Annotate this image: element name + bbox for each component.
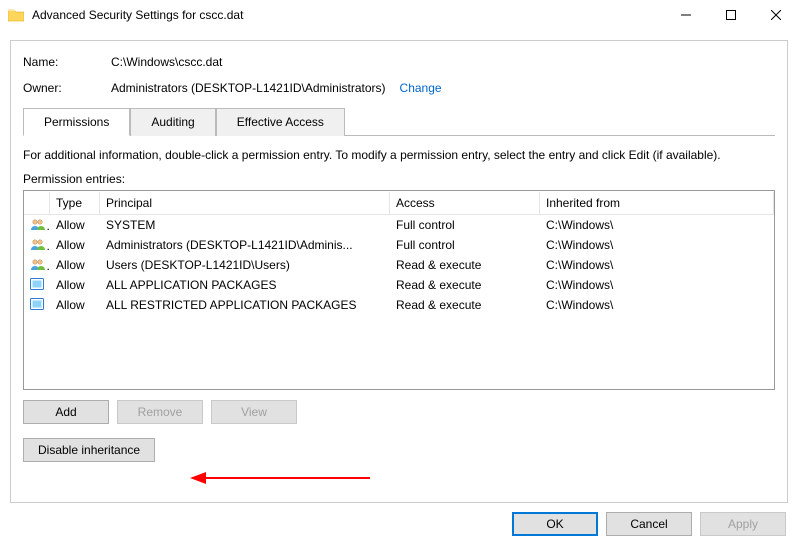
content-area: Name: C:\Windows\cscc.dat Owner: Adminis… xyxy=(0,30,798,503)
name-value: C:\Windows\cscc.dat xyxy=(111,55,222,69)
change-owner-link[interactable]: Change xyxy=(400,81,442,95)
column-type[interactable]: Type xyxy=(50,192,100,214)
table-row[interactable]: AllowUsers (DESKTOP-L1421ID\Users)Read &… xyxy=(24,255,774,275)
cell-access: Full control xyxy=(390,216,540,234)
cell-principal: Administrators (DESKTOP-L1421ID\Adminis.… xyxy=(100,236,390,254)
cell-principal: ALL APPLICATION PACKAGES xyxy=(100,276,390,294)
cell-inherited: C:\Windows\ xyxy=(540,256,774,274)
footer-buttons: OK Cancel Apply xyxy=(512,512,786,536)
users-group-icon xyxy=(24,256,50,275)
owner-row: Owner: Administrators (DESKTOP-L1421ID\A… xyxy=(23,81,775,95)
cell-access: Read & execute xyxy=(390,276,540,294)
cell-type: Allow xyxy=(50,236,100,254)
table-row[interactable]: AllowAdministrators (DESKTOP-L1421ID\Adm… xyxy=(24,235,774,255)
inner-panel: Name: C:\Windows\cscc.dat Owner: Adminis… xyxy=(10,40,788,503)
owner-value: Administrators (DESKTOP-L1421ID\Administ… xyxy=(111,81,386,95)
cell-type: Allow xyxy=(50,216,100,234)
window-controls xyxy=(663,0,798,30)
add-button[interactable]: Add xyxy=(23,400,109,424)
users-group-icon xyxy=(24,216,50,235)
minimize-button[interactable] xyxy=(663,0,708,30)
cell-type: Allow xyxy=(50,296,100,314)
column-principal[interactable]: Principal xyxy=(100,192,390,214)
column-inherited[interactable]: Inherited from xyxy=(540,192,774,214)
owner-label: Owner: xyxy=(23,81,111,95)
users-group-icon xyxy=(24,236,50,255)
cell-principal: ALL RESTRICTED APPLICATION PACKAGES xyxy=(100,296,390,314)
entry-buttons-row: Add Remove View xyxy=(23,400,775,424)
hint-text: For additional information, double-click… xyxy=(23,148,775,162)
table-row[interactable]: AllowALL RESTRICTED APPLICATION PACKAGES… xyxy=(24,295,774,315)
table-header: Type Principal Access Inherited from xyxy=(24,191,774,215)
package-icon xyxy=(24,296,50,315)
tab-content: For additional information, double-click… xyxy=(23,135,775,462)
cell-principal: Users (DESKTOP-L1421ID\Users) xyxy=(100,256,390,274)
cancel-button[interactable]: Cancel xyxy=(606,512,692,536)
permission-entries-table[interactable]: Type Principal Access Inherited from All… xyxy=(23,190,775,390)
tab-permissions[interactable]: Permissions xyxy=(23,108,130,136)
cell-access: Read & execute xyxy=(390,296,540,314)
disable-inheritance-button[interactable]: Disable inheritance xyxy=(23,438,155,462)
table-body: AllowSYSTEMFull controlC:\Windows\AllowA… xyxy=(24,215,774,315)
tab-effective-access[interactable]: Effective Access xyxy=(216,108,345,136)
cell-inherited: C:\Windows\ xyxy=(540,276,774,294)
tab-strip: Permissions Auditing Effective Access xyxy=(23,107,775,135)
cell-type: Allow xyxy=(50,256,100,274)
folder-icon xyxy=(8,8,24,22)
column-icon[interactable] xyxy=(24,192,50,214)
cell-inherited: C:\Windows\ xyxy=(540,296,774,314)
disable-inheritance-row: Disable inheritance xyxy=(23,438,775,462)
apply-button[interactable]: Apply xyxy=(700,512,786,536)
column-access[interactable]: Access xyxy=(390,192,540,214)
close-button[interactable] xyxy=(753,0,798,30)
table-row[interactable]: AllowALL APPLICATION PACKAGESRead & exec… xyxy=(24,275,774,295)
table-row[interactable]: AllowSYSTEMFull controlC:\Windows\ xyxy=(24,215,774,235)
remove-button[interactable]: Remove xyxy=(117,400,203,424)
ok-button[interactable]: OK xyxy=(512,512,598,536)
window-title: Advanced Security Settings for cscc.dat xyxy=(32,8,663,22)
entries-label: Permission entries: xyxy=(23,172,775,186)
cell-inherited: C:\Windows\ xyxy=(540,236,774,254)
view-button[interactable]: View xyxy=(211,400,297,424)
cell-principal: SYSTEM xyxy=(100,216,390,234)
cell-inherited: C:\Windows\ xyxy=(540,216,774,234)
titlebar: Advanced Security Settings for cscc.dat xyxy=(0,0,798,30)
maximize-button[interactable] xyxy=(708,0,753,30)
tab-auditing[interactable]: Auditing xyxy=(130,108,215,136)
cell-type: Allow xyxy=(50,276,100,294)
window: Advanced Security Settings for cscc.dat … xyxy=(0,0,798,544)
package-icon xyxy=(24,276,50,295)
cell-access: Full control xyxy=(390,236,540,254)
name-label: Name: xyxy=(23,55,111,69)
name-row: Name: C:\Windows\cscc.dat xyxy=(23,55,775,69)
cell-access: Read & execute xyxy=(390,256,540,274)
